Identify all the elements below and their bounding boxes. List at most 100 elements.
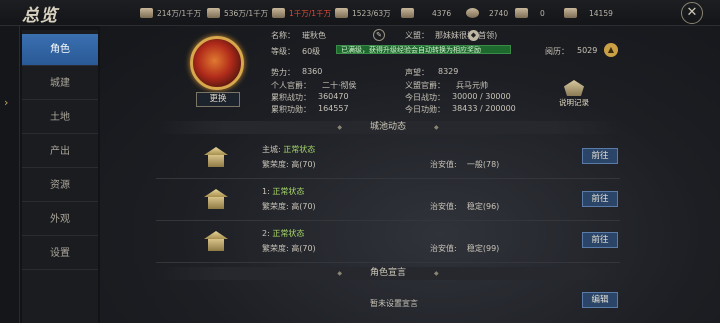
order-label: 治安值: <box>430 160 457 169</box>
alliance-rank-value: 兵马元帅 <box>456 81 488 90</box>
alliance-name: 那妹妹很棒(首领) <box>435 31 498 40</box>
sidebar-item-appearance[interactable]: 外观 <box>22 204 98 236</box>
resource-value: 14159 <box>589 8 613 18</box>
alliance-rank-label: 义盟官爵： <box>405 81 445 90</box>
prosperity-label: 繁荣度: <box>262 244 289 253</box>
resource-value: 214万/1千万 <box>157 8 202 18</box>
ore-icon <box>272 8 285 18</box>
expand-arrow-icon[interactable]: › <box>4 96 8 109</box>
rank-value: 二十·彻侯 <box>322 81 357 90</box>
order-label: 治安值: <box>430 244 457 253</box>
records-label: 说明记录 <box>559 98 589 107</box>
city-row: 2: 正常状态 繁荣度: 高(70) 治安值: 稳定(99) 前往 <box>156 225 620 263</box>
resource-value: 1千万/1千万 <box>289 8 332 18</box>
order-value: 稳定(99) <box>466 244 500 253</box>
divider-icon: ◆ <box>337 124 342 131</box>
divider-icon: ◆ <box>434 124 439 131</box>
sidebar-item-output[interactable]: 产出 <box>22 136 98 168</box>
total-merit-label: 累积功勋： <box>271 105 311 114</box>
player-level: 60级 <box>302 47 321 56</box>
experience-value: 5029 <box>577 46 598 55</box>
city-name: 1: <box>262 187 270 196</box>
close-icon[interactable]: ✕ <box>681 2 703 24</box>
city-name: 主城: <box>262 145 281 154</box>
lumber-icon <box>335 8 348 18</box>
experience-label: 阅历： <box>545 47 569 56</box>
city-status: 正常状态 <box>283 145 316 154</box>
declaration-section-header: ◆ 角色宣言 ◆ <box>156 267 620 280</box>
resource-ore: 1千万/1千万 <box>272 0 331 26</box>
power-value: 8360 <box>302 67 323 76</box>
fame-label: 声望： <box>405 68 429 77</box>
city-row: 主城: 正常状态 繁荣度: 高(70) 治安值: 一般(78) 前往 <box>156 141 620 179</box>
power-label: 势力： <box>271 68 295 77</box>
resource-ingot: 14159 <box>564 0 613 26</box>
top-bar: 总览 214万/1千万 536万/1千万 1千万/1千万 1523/63万 43… <box>0 0 720 26</box>
resource-scroll: 536万/1千万 <box>207 0 268 26</box>
city-section-header: ◆ 城池动态 ◆ <box>156 121 620 134</box>
resource-sword: 4376 <box>401 0 451 26</box>
resource-value: 4376 <box>432 8 452 18</box>
resource-spear: 214万/1千万 <box>140 0 201 26</box>
avatar[interactable] <box>190 36 244 90</box>
today-battle-label: 今日战功： <box>405 93 445 102</box>
today-merit-label: 今日功勋： <box>405 105 445 114</box>
prosperity-value: 高(70) <box>291 202 316 211</box>
scroll-icon <box>207 8 220 18</box>
name-label: 名称： <box>271 31 295 40</box>
resource-value: 2740 <box>489 8 509 18</box>
resource-silver: 0 <box>515 0 545 26</box>
change-avatar-button[interactable]: 更换 <box>196 92 240 107</box>
city-name: 2: <box>262 229 270 238</box>
sidebar-item-construction[interactable]: 城建 <box>22 68 98 100</box>
today-merit-value: 38433 / 200000 <box>452 104 516 113</box>
jade-icon <box>466 8 479 18</box>
sidebar: 角色 城建 土地 产出 资源 外观 设置 <box>22 30 98 323</box>
order-value: 一般(78) <box>466 160 500 169</box>
fame-value: 8329 <box>438 67 459 76</box>
sidebar-item-role[interactable]: 角色 <box>22 34 98 66</box>
flag-icon: ◆ <box>468 30 479 41</box>
total-battle-label: 累积战功： <box>271 93 311 102</box>
city-building-icon <box>204 145 228 169</box>
resource-value: 0 <box>540 8 545 18</box>
resource-lumber: 1523/63万 <box>335 0 391 26</box>
edit-name-icon[interactable]: ✎ <box>373 29 385 41</box>
city-status: 正常状态 <box>272 229 305 238</box>
resource-value: 1523/63万 <box>352 8 391 18</box>
sidebar-item-land[interactable]: 土地 <box>22 102 98 134</box>
left-edge: › <box>0 26 20 323</box>
experience-bar-text: 已满级，获得升级经验会自动转换为相应奖励 <box>341 46 481 54</box>
silver-icon <box>515 8 528 18</box>
alliance-label: 义盟： <box>405 31 429 40</box>
page-logo: 总览 <box>22 6 58 26</box>
declaration-text: 暂未设置宣言 <box>370 299 418 308</box>
sword-icon <box>401 8 414 18</box>
player-name: 璀秋色 <box>302 31 326 40</box>
spear-icon <box>140 8 153 18</box>
sidebar-item-settings[interactable]: 设置 <box>22 238 98 270</box>
sidebar-item-resources[interactable]: 资源 <box>22 170 98 202</box>
city-status: 正常状态 <box>272 187 305 196</box>
divider-icon: ◆ <box>337 270 342 277</box>
city-section-title: 城池动态 <box>369 122 406 132</box>
prosperity-value: 高(70) <box>291 244 316 253</box>
resource-value: 536万/1千万 <box>224 8 269 18</box>
order-label: 治安值: <box>430 202 457 211</box>
divider-icon: ◆ <box>434 270 439 277</box>
edit-declaration-button[interactable]: 编辑 <box>582 292 618 308</box>
goto-city-button[interactable]: 前往 <box>582 191 618 207</box>
total-merit-value: 164557 <box>318 104 349 113</box>
prosperity-label: 繁荣度: <box>262 160 289 169</box>
city-building-icon <box>204 187 228 211</box>
goto-city-button[interactable]: 前往 <box>582 148 618 164</box>
declaration-section-title: 角色宣言 <box>369 268 406 278</box>
goto-city-button[interactable]: 前往 <box>582 232 618 248</box>
records-button[interactable]: 说明记录 <box>556 80 592 108</box>
experience-bar: 已满级，获得升级经验会自动转换为相应奖励 <box>336 45 511 54</box>
level-label: 等级： <box>271 47 295 56</box>
ingot-icon <box>564 8 577 18</box>
resource-jade: 2740 <box>466 0 508 26</box>
upgrade-icon[interactable]: ▲ <box>604 43 618 57</box>
total-battle-value: 360470 <box>318 92 349 101</box>
